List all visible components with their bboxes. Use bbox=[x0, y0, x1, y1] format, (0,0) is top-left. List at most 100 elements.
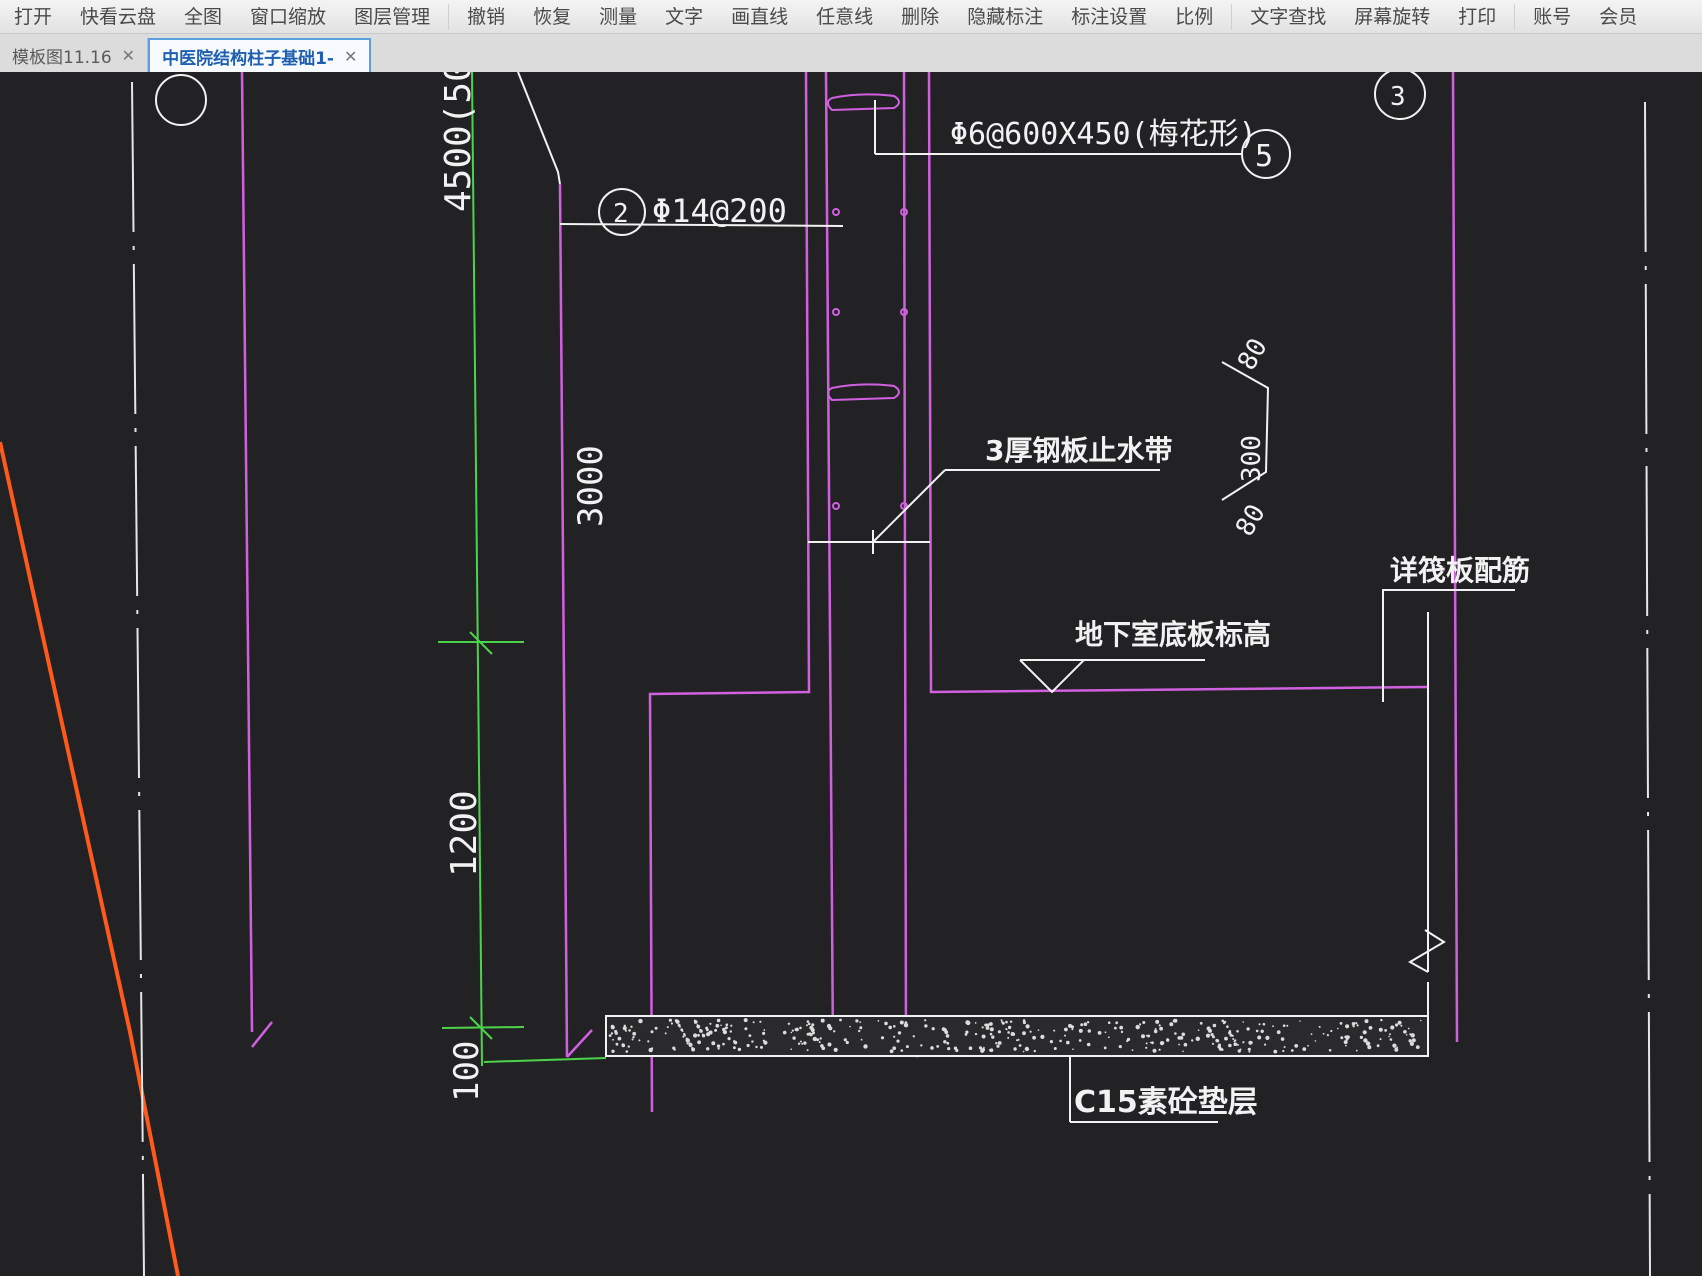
concrete-speckle bbox=[858, 1029, 861, 1033]
document-tab-1[interactable]: 中医院结构柱子基础1- ✕ bbox=[148, 38, 372, 72]
concrete-speckle bbox=[892, 1046, 896, 1050]
toolbar-button-9[interactable]: 画直线 bbox=[717, 0, 802, 34]
concrete-speckle bbox=[1086, 1042, 1091, 1047]
concrete-speckle bbox=[991, 1035, 995, 1039]
concrete-speckle bbox=[1239, 1048, 1242, 1051]
concrete-speckle bbox=[631, 1038, 634, 1041]
toolbar-button-3[interactable]: 窗口缩放 bbox=[236, 0, 340, 34]
close-icon[interactable]: ✕ bbox=[344, 47, 357, 66]
dimension-line bbox=[438, 72, 607, 1067]
concrete-speckle bbox=[947, 1047, 951, 1051]
close-icon[interactable]: ✕ bbox=[122, 46, 135, 65]
concrete-speckle bbox=[1337, 1027, 1339, 1030]
waterstop-dim-bottom: 80 bbox=[1230, 499, 1272, 541]
toolbar-button-8[interactable]: 文字 bbox=[651, 0, 717, 34]
concrete-speckle bbox=[627, 1045, 630, 1048]
concrete-speckle bbox=[1022, 1050, 1025, 1053]
concrete-speckle bbox=[714, 1028, 718, 1032]
concrete-speckle bbox=[1155, 1019, 1160, 1024]
concrete-speckle bbox=[1071, 1028, 1074, 1031]
concrete-speckle bbox=[729, 1030, 732, 1033]
concrete-speckle bbox=[1097, 1031, 1102, 1035]
concrete-speckle bbox=[1378, 1027, 1383, 1032]
concrete-speckle bbox=[1166, 1038, 1170, 1042]
concrete-speckle bbox=[791, 1029, 794, 1032]
concrete-speckle bbox=[1182, 1050, 1184, 1053]
column-tie-bars bbox=[827, 93, 908, 510]
concrete-speckle bbox=[638, 1039, 641, 1042]
concrete-speckle bbox=[1049, 1040, 1053, 1044]
concrete-speckle bbox=[1282, 1049, 1285, 1053]
dim-text-top: 4500(50 bbox=[438, 72, 479, 212]
concrete-speckle bbox=[1224, 1036, 1228, 1041]
wall-outlines bbox=[240, 72, 1459, 1113]
concrete-speckle bbox=[1236, 1043, 1239, 1046]
concrete-speckle bbox=[986, 1023, 990, 1027]
toolbar-button-2[interactable]: 全图 bbox=[170, 0, 236, 34]
concrete-speckle bbox=[1178, 1043, 1180, 1046]
concrete-speckle bbox=[1345, 1035, 1350, 1040]
concrete-speckle bbox=[1013, 1047, 1017, 1051]
concrete-speckle bbox=[727, 1037, 731, 1041]
concrete-speckle bbox=[1246, 1027, 1250, 1031]
concrete-speckle bbox=[985, 1026, 990, 1030]
toolbar-button-10[interactable]: 任意线 bbox=[802, 0, 887, 34]
concrete-speckle bbox=[611, 1049, 615, 1053]
concrete-speckle bbox=[724, 1026, 728, 1030]
toolbar-button-14[interactable]: 比例 bbox=[1161, 0, 1227, 34]
concrete-speckle bbox=[1064, 1034, 1066, 1037]
concrete-speckle bbox=[807, 1022, 811, 1026]
cad-drawing-canvas[interactable]: 2 Φ14@200 Φ6@600X450(梅花形) 5 3 3厚钢板止水带 80… bbox=[0, 72, 1702, 1276]
concrete-speckle bbox=[1005, 1020, 1008, 1024]
concrete-speckle bbox=[1022, 1031, 1026, 1036]
concrete-speckle bbox=[610, 1032, 614, 1035]
concrete-speckle bbox=[670, 1022, 674, 1025]
concrete-speckle bbox=[889, 1049, 894, 1054]
concrete-speckle bbox=[1053, 1047, 1057, 1050]
document-tab-0[interactable]: 模板图11.16 ✕ bbox=[0, 38, 149, 72]
concrete-speckle bbox=[632, 1031, 637, 1036]
toolbar-button-12[interactable]: 隐藏标注 bbox=[953, 0, 1057, 34]
toolbar-button-17[interactable]: 打印 bbox=[1444, 0, 1510, 34]
concrete-speckle bbox=[924, 1024, 928, 1028]
toolbar-button-7[interactable]: 测量 bbox=[585, 0, 651, 34]
concrete-speckle bbox=[1199, 1021, 1203, 1025]
toolbar-button-0[interactable]: 打开 bbox=[0, 0, 66, 34]
concrete-speckle bbox=[673, 1048, 676, 1051]
toolbar-button-6[interactable]: 恢复 bbox=[519, 0, 585, 34]
toolbar-button-19[interactable]: 会员 bbox=[1585, 0, 1651, 34]
concrete-speckle bbox=[709, 1022, 712, 1025]
toolbar-button-13[interactable]: 标注设置 bbox=[1057, 0, 1161, 34]
concrete-speckle bbox=[1415, 1045, 1420, 1049]
concrete-speckle bbox=[855, 1019, 859, 1023]
concrete-speckle bbox=[1221, 1019, 1224, 1023]
rebar-2-number: 2 bbox=[613, 199, 629, 229]
concrete-speckle bbox=[1365, 1041, 1371, 1046]
concrete-speckle bbox=[819, 1037, 822, 1040]
toolbar-button-5[interactable]: 撤销 bbox=[453, 0, 519, 34]
concrete-speckle bbox=[811, 1023, 815, 1027]
concrete-speckle bbox=[1265, 1035, 1270, 1040]
concrete-speckle bbox=[945, 1034, 950, 1038]
toolbar-separator bbox=[448, 3, 450, 30]
concrete-speckle bbox=[715, 1023, 720, 1028]
concrete-speckle bbox=[1207, 1028, 1213, 1033]
concrete-speckle bbox=[1280, 1037, 1285, 1041]
concrete-speckle bbox=[1222, 1021, 1226, 1025]
concrete-speckle bbox=[1242, 1041, 1245, 1044]
concrete-speckle bbox=[1233, 1040, 1236, 1043]
concrete-speckle bbox=[678, 1025, 681, 1028]
concrete-speckle bbox=[688, 1042, 693, 1047]
toolbar-button-11[interactable]: 删除 bbox=[887, 0, 953, 34]
concrete-speckle bbox=[1183, 1042, 1188, 1047]
toolbar-button-18[interactable]: 账号 bbox=[1519, 0, 1585, 34]
concrete-speckle bbox=[1159, 1041, 1165, 1046]
concrete-speckle bbox=[1118, 1045, 1122, 1049]
toolbar-button-16[interactable]: 屏幕旋转 bbox=[1340, 0, 1444, 34]
concrete-speckle bbox=[1257, 1035, 1262, 1040]
toolbar-button-4[interactable]: 图层管理 bbox=[340, 0, 444, 34]
toolbar-button-15[interactable]: 文字查找 bbox=[1236, 0, 1340, 34]
concrete-speckle bbox=[1302, 1047, 1307, 1051]
toolbar-button-1[interactable]: 快看云盘 bbox=[66, 0, 170, 34]
concrete-speckle bbox=[668, 1018, 673, 1022]
